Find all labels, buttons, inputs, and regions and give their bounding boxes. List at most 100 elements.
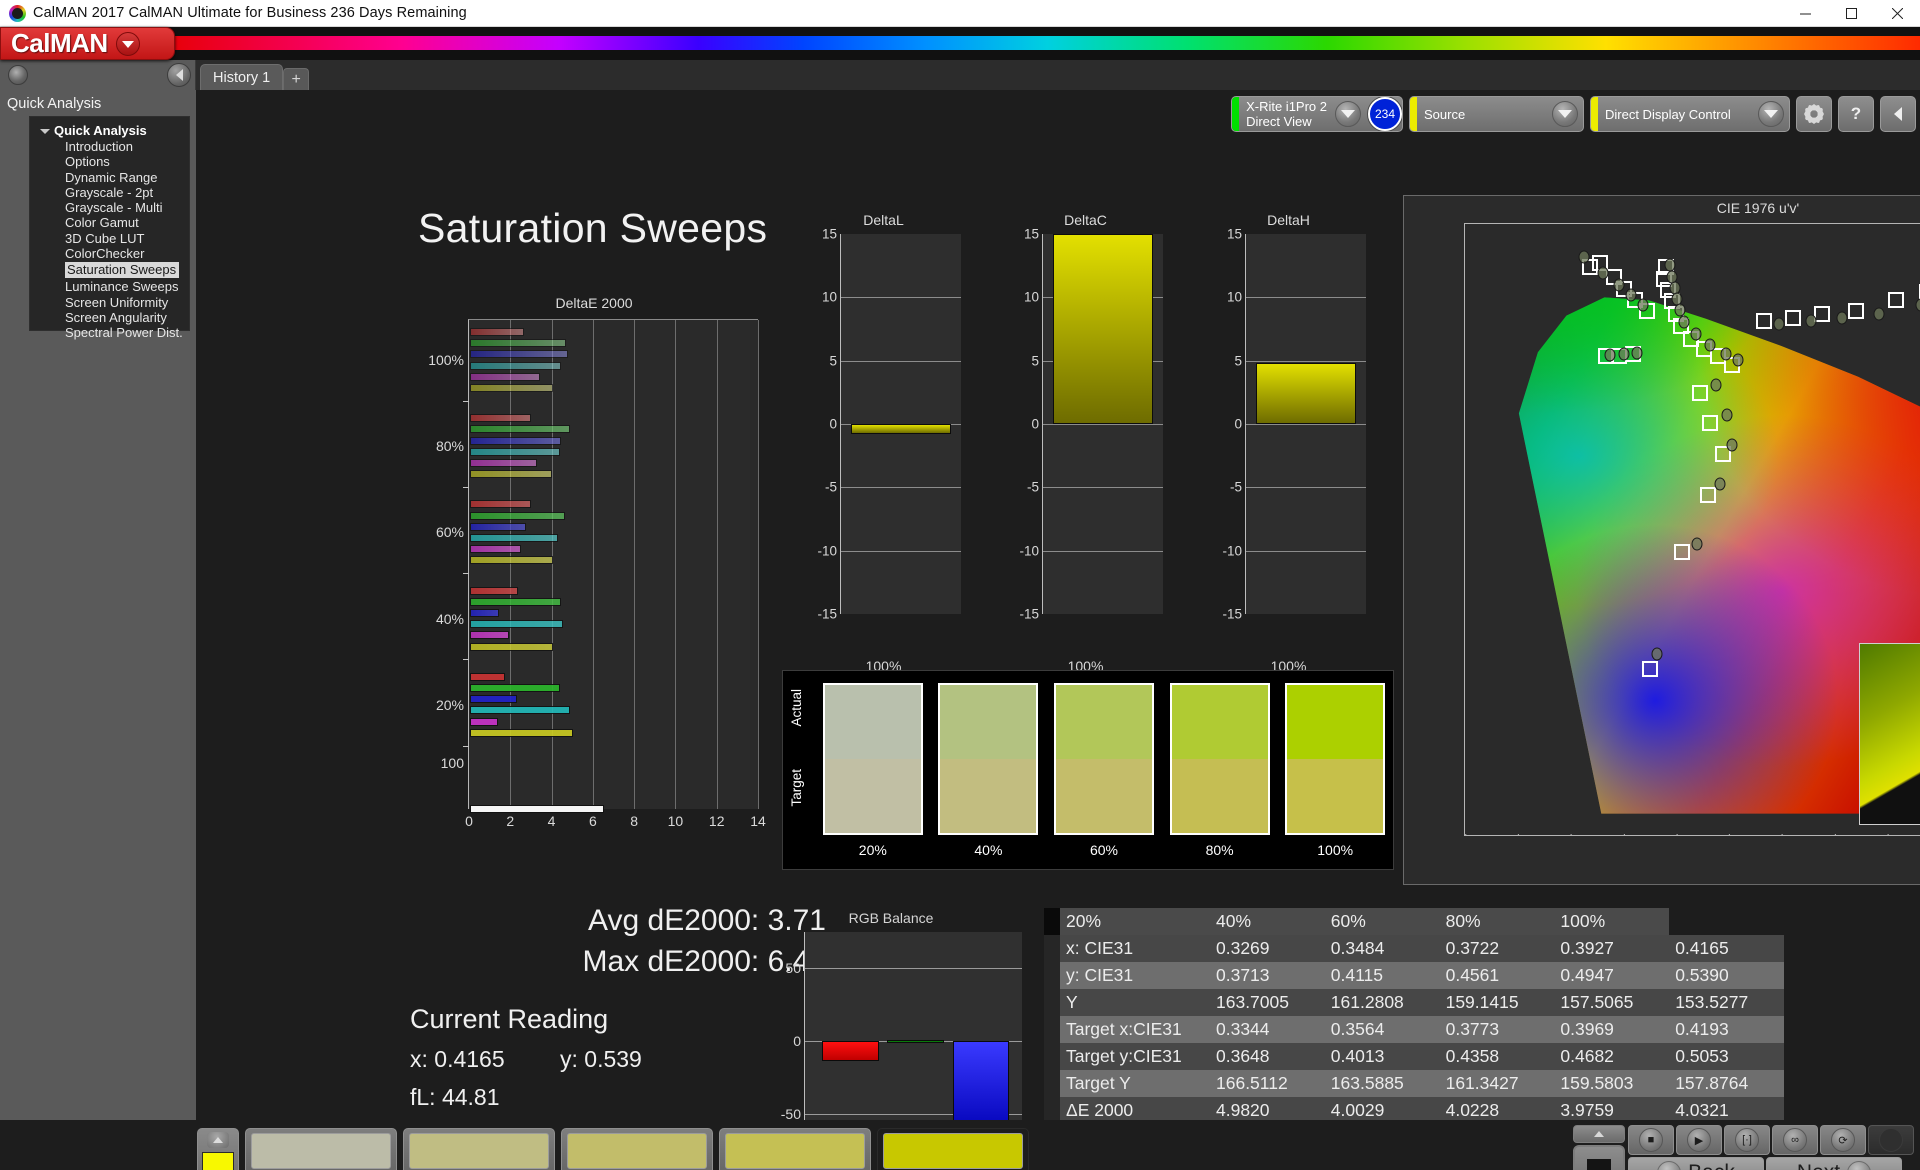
patch-target bbox=[825, 759, 921, 833]
chevron-down-icon[interactable] bbox=[1552, 101, 1578, 127]
source-selector[interactable]: Source bbox=[1409, 96, 1584, 132]
y-tick-label: -15 bbox=[817, 607, 837, 622]
continuous-button[interactable]: ∞ bbox=[1772, 1125, 1818, 1155]
chevron-down-icon[interactable] bbox=[1758, 101, 1784, 127]
sidebar-item-options[interactable]: Options bbox=[30, 154, 189, 169]
sidebar-item-colorchecker[interactable]: ColorChecker bbox=[30, 246, 189, 261]
chevron-up-icon[interactable] bbox=[207, 1132, 229, 1148]
cie-measured-marker bbox=[1691, 327, 1702, 340]
cie-target-marker bbox=[1692, 385, 1708, 401]
swatch-color bbox=[567, 1133, 707, 1169]
bar-100pct-yellow bbox=[470, 384, 553, 392]
sidebar-item-color-gamut[interactable]: Color Gamut bbox=[30, 215, 189, 230]
y-tick-label: 60% bbox=[436, 524, 464, 540]
swatch-selector-button[interactable] bbox=[197, 1128, 239, 1170]
y-tick-label: 100 bbox=[441, 755, 464, 771]
sidebar-item-saturation-sweeps[interactable]: Saturation Sweeps bbox=[30, 261, 189, 279]
window-titlebar: CalMAN 2017 CalMAN Ultimate for Business… bbox=[0, 0, 1920, 27]
next-button[interactable]: Next » bbox=[1766, 1157, 1902, 1170]
swatch-row: 20%40%60%80%100% bbox=[197, 1128, 1029, 1170]
swatch-20pct[interactable]: 20% bbox=[245, 1128, 397, 1170]
y-tick-mark bbox=[463, 746, 469, 747]
back-button[interactable]: « Back bbox=[1628, 1157, 1764, 1170]
y-tick-label: 0 bbox=[829, 417, 837, 432]
bar-80pct-blue bbox=[470, 437, 561, 445]
stop-button[interactable]: ■ bbox=[1628, 1125, 1674, 1155]
close-button[interactable] bbox=[1874, 0, 1920, 27]
swatch-60pct[interactable]: 60% bbox=[561, 1128, 713, 1170]
swatch-100pct[interactable]: 100% bbox=[877, 1128, 1029, 1170]
table-cell: 0.3713 bbox=[1210, 962, 1325, 989]
y-tick-label: 5 bbox=[829, 353, 837, 368]
tab-history-1[interactable]: History 1 bbox=[200, 64, 283, 90]
patch-column-60pct: 60% bbox=[1046, 671, 1162, 869]
row-label: Target y:CIE31 bbox=[1060, 1043, 1210, 1070]
calman-logo-button[interactable]: CalMAN bbox=[0, 27, 175, 60]
table-row: Target Y166.5112163.5885161.3427159.5803… bbox=[1044, 1070, 1784, 1097]
swatch-color bbox=[409, 1133, 549, 1169]
sidebar-item-introduction[interactable]: Introduction bbox=[30, 139, 189, 154]
x-tick-label: 14 bbox=[750, 813, 766, 829]
current-y: y: 0.539 bbox=[560, 1046, 642, 1073]
bar-100pct-magenta bbox=[470, 373, 540, 381]
deltal-plot-area: 151050-5-10-15 bbox=[840, 234, 961, 614]
sidebar-item-grayscale-2pt[interactable]: Grayscale - 2pt bbox=[30, 185, 189, 200]
sidebar-item-screen-uniformity[interactable]: Screen Uniformity bbox=[30, 295, 189, 310]
sidebar-item-dynamic-range[interactable]: Dynamic Range bbox=[30, 170, 189, 185]
big-stop-button[interactable] bbox=[1573, 1145, 1625, 1170]
gridline bbox=[841, 487, 961, 488]
panel-collapse-button[interactable] bbox=[1880, 96, 1916, 132]
table-cell: 153.5277 bbox=[1669, 989, 1784, 1016]
collapse-sidebar-button[interactable] bbox=[167, 63, 191, 87]
help-button[interactable]: ? bbox=[1838, 96, 1874, 132]
deltah-plot-area: 151050-5-10-15 bbox=[1245, 234, 1366, 614]
minimize-button[interactable] bbox=[1782, 0, 1828, 27]
sidebar-item-screen-angularity[interactable]: Screen Angularity bbox=[30, 310, 189, 325]
patch-comparison-strip: Actual Target 20%40%60%80%100% bbox=[782, 670, 1394, 870]
cie-plot-area[interactable]: 00.050.10.150.20.250.30.350.40.450.50.55… bbox=[1464, 223, 1920, 836]
maximize-button[interactable] bbox=[1828, 0, 1874, 27]
cie-measured-marker bbox=[1714, 477, 1725, 490]
bar-100pct bbox=[1053, 234, 1154, 424]
sidebar-item-grayscale-multi[interactable]: Grayscale - Multi bbox=[30, 200, 189, 215]
swatch-40pct[interactable]: 40% bbox=[403, 1128, 555, 1170]
table-cell: 0.3564 bbox=[1325, 1016, 1440, 1043]
swatch-80pct[interactable]: 80% bbox=[719, 1128, 871, 1170]
patch-pct-label: 60% bbox=[1090, 842, 1118, 858]
play-button[interactable]: ▶ bbox=[1676, 1125, 1722, 1155]
table-cell: 0.4165 bbox=[1669, 935, 1784, 962]
meter-selector[interactable]: X-Rite i1Pro 2 Direct View 234 bbox=[1231, 96, 1403, 132]
x-tick-label: 12 bbox=[709, 813, 725, 829]
sidebar-root-quick-analysis[interactable]: Quick Analysis bbox=[30, 122, 189, 139]
gridline bbox=[805, 968, 1022, 969]
gridline bbox=[1246, 361, 1366, 362]
measure-button[interactable]: [·] bbox=[1724, 1125, 1770, 1155]
chevron-down-icon[interactable] bbox=[1335, 101, 1361, 127]
expand-controls-button[interactable] bbox=[1573, 1125, 1625, 1143]
sidebar-item-luminance-sweeps[interactable]: Luminance Sweeps bbox=[30, 279, 189, 294]
sidebar-item-spectral-power-dist[interactable]: Spectral Power Dist. bbox=[30, 325, 189, 340]
sidebar-item-3d-cube-lut[interactable]: 3D Cube LUT bbox=[30, 231, 189, 246]
row-marker bbox=[1044, 1016, 1060, 1043]
bar-60pct-yellow bbox=[470, 556, 553, 564]
gridline bbox=[841, 297, 961, 298]
display-control-selector[interactable]: Direct Display Control bbox=[1590, 96, 1790, 132]
patch-target bbox=[1287, 759, 1383, 833]
play-icon: ▶ bbox=[1687, 1128, 1711, 1152]
bar-100-white bbox=[470, 805, 604, 813]
gridline bbox=[717, 320, 718, 809]
deltac-chart: DeltaC 151050-5-10-15 100% bbox=[1008, 212, 1163, 652]
y-tick-label: -5 bbox=[825, 480, 837, 495]
sidebar: Quick Analysis Quick Analysis Introducti… bbox=[0, 90, 196, 1120]
row-marker bbox=[1044, 1070, 1060, 1097]
chevron-down-icon[interactable] bbox=[116, 32, 140, 56]
add-tab-button[interactable]: + bbox=[283, 68, 309, 90]
y-tick-label: 15 bbox=[822, 227, 837, 242]
sidebar-knob-icon[interactable] bbox=[8, 65, 28, 85]
settings-button[interactable] bbox=[1796, 96, 1832, 132]
back-label: Back bbox=[1688, 1161, 1735, 1170]
patch-box bbox=[938, 683, 1038, 835]
table-cell: 0.5390 bbox=[1669, 962, 1784, 989]
table-cell: 163.7005 bbox=[1210, 989, 1325, 1016]
refresh-button[interactable]: ⟳ bbox=[1820, 1125, 1866, 1155]
